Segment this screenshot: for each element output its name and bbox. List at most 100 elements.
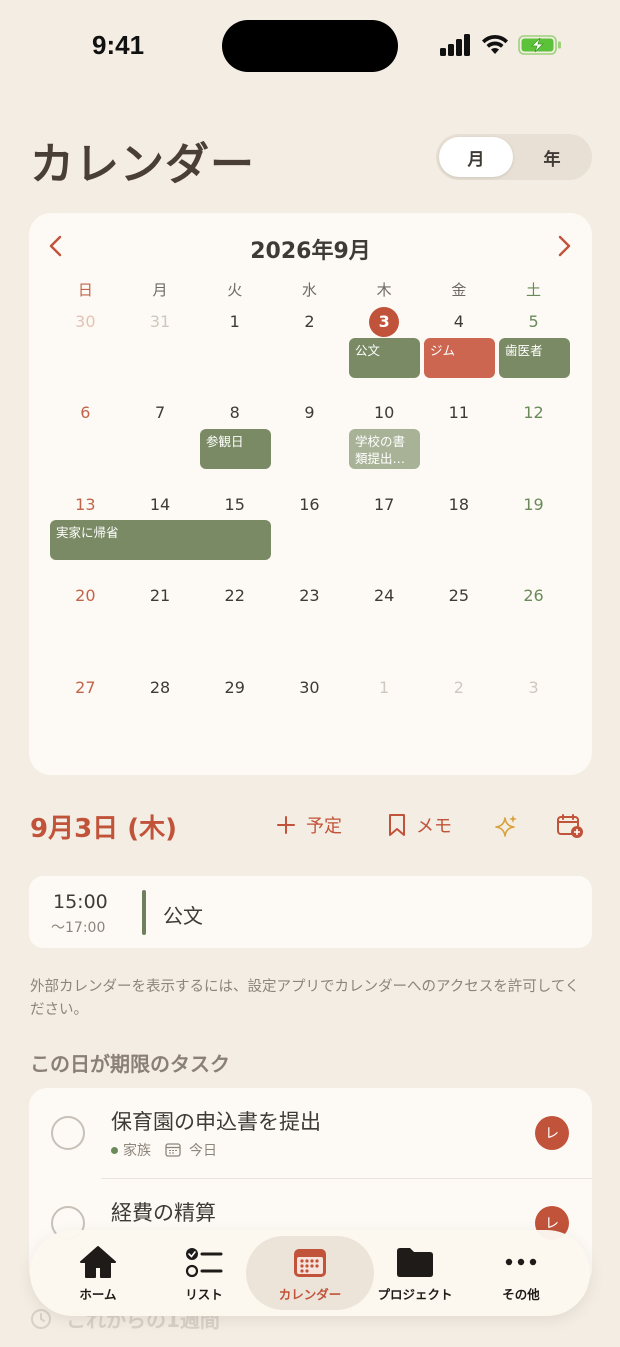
tasks-section-title: この日が期限のタスク (30, 1052, 230, 1076)
day-cell[interactable]: 4 (422, 312, 497, 331)
event-chip[interactable]: 参観日 (200, 429, 271, 469)
day-cell[interactable]: 2 (272, 312, 347, 331)
sparkle-icon[interactable] (494, 814, 518, 840)
tab-label: ホーム (79, 1286, 117, 1302)
day-cell[interactable]: 19 (496, 495, 571, 514)
task-meta: 家族 今日 (111, 1140, 217, 1160)
day-cell[interactable]: 21 (123, 586, 198, 605)
day-cell[interactable]: 14 (123, 495, 198, 514)
event-chip[interactable]: ジム (424, 338, 495, 378)
page-title: カレンダー (30, 139, 255, 190)
day-cell-today[interactable]: 3 (347, 307, 422, 337)
day-cell[interactable]: 18 (422, 495, 497, 514)
event-end-time: ～17:00 (51, 920, 106, 936)
day-cell[interactable]: 13 (48, 495, 123, 514)
tab-label: プロジェクト (377, 1286, 453, 1302)
day-cell[interactable]: 5 (496, 312, 571, 331)
day-cell[interactable]: 1 (197, 312, 272, 331)
day-cell[interactable]: 31 (123, 312, 198, 331)
view-option-month[interactable]: 月 (439, 137, 513, 177)
add-memo-label: メモ (416, 816, 452, 837)
folder-icon (397, 1247, 433, 1277)
calendar-card: 2026年9月 日 月 火 水 木 金 土 30 31 1 2 3 4 5 6 … (29, 213, 592, 775)
day-cell[interactable]: 1 (347, 678, 422, 697)
event-chip[interactable]: 学校の書類提出… (349, 429, 420, 469)
month-title: 2026年9月 (250, 239, 371, 264)
list-icon (185, 1247, 223, 1277)
view-option-year[interactable]: 年 (515, 137, 589, 177)
battery-charging-icon (518, 35, 561, 55)
day-cell[interactable]: 20 (48, 586, 123, 605)
event-title: 公文 (163, 904, 203, 928)
list-color-dot (111, 1146, 118, 1154)
selected-date-label: 9月3日 (木) (30, 814, 177, 844)
task-list-name: 家族 (123, 1143, 151, 1159)
day-cell[interactable]: 24 (347, 586, 422, 605)
day-cell[interactable]: 17 (347, 495, 422, 514)
calendar-access-notice: 外部カレンダーを表示するには、設定アプリでカレンダーへのアクセスを許可してくださ… (30, 979, 580, 1018)
home-icon (80, 1245, 116, 1278)
tab-more[interactable]: その他 (460, 1230, 582, 1316)
tab-label: カレンダー (278, 1286, 342, 1302)
task-title[interactable]: 保育園の申込書を提出 (111, 1106, 321, 1136)
event-chip[interactable]: 歯医者 (499, 338, 570, 378)
weekday-label-fri: 金 (451, 281, 467, 299)
event-color-bar (142, 890, 146, 935)
day-cell[interactable]: 26 (496, 586, 571, 605)
day-cell[interactable]: 3 (496, 678, 571, 697)
add-event-label: 予定 (306, 816, 342, 837)
day-cell[interactable]: 25 (422, 586, 497, 605)
day-cell[interactable]: 8 (197, 403, 272, 422)
day-cell[interactable]: 16 (272, 495, 347, 514)
assignee-avatar: レ (535, 1116, 569, 1150)
tab-bar: ホーム リスト カレンダー プロジェクト その他 (30, 1230, 590, 1316)
day-cell[interactable]: 2 (422, 678, 497, 697)
day-cell[interactable]: 29 (197, 678, 272, 697)
weekday-label-sun: 日 (77, 281, 93, 299)
day-event-card[interactable]: 15:00 ～17:00 公文 (29, 876, 592, 948)
more-icon (505, 1258, 537, 1265)
plus-icon (277, 816, 295, 834)
tab-label: その他 (502, 1286, 540, 1302)
weekday-label-thu: 木 (376, 281, 392, 299)
next-month-chevron-icon[interactable] (549, 231, 579, 261)
calendar-small-icon (165, 1143, 181, 1157)
task-title[interactable]: 経費の精算 (111, 1197, 216, 1227)
cellular-signal-icon (440, 34, 472, 56)
event-chip[interactable]: 公文 (349, 338, 420, 378)
calendar-add-icon[interactable] (556, 813, 584, 839)
day-cell[interactable]: 30 (272, 678, 347, 697)
day-cell[interactable]: 12 (496, 403, 571, 422)
task-checkbox[interactable] (51, 1116, 85, 1150)
day-cell[interactable]: 11 (422, 403, 497, 422)
calendar-icon (294, 1248, 326, 1277)
task-due: 今日 (189, 1143, 217, 1159)
weekday-label-wed: 水 (301, 281, 317, 299)
today-marker: 3 (369, 307, 400, 337)
add-event-button[interactable]: 予定 (276, 812, 342, 838)
day-cell[interactable]: 28 (123, 678, 198, 697)
status-bar: 9:41 (0, 0, 620, 90)
day-cell[interactable]: 9 (272, 403, 347, 422)
day-cell[interactable]: 7 (123, 403, 198, 422)
event-chip[interactable]: 実家に帰省 (50, 520, 271, 560)
wifi-icon (482, 34, 508, 54)
weekday-label-mon: 月 (152, 281, 168, 299)
day-cell[interactable]: 10 (347, 403, 422, 422)
day-cell[interactable]: 27 (48, 678, 123, 697)
tab-label: リスト (185, 1286, 223, 1302)
day-cell[interactable]: 6 (48, 403, 123, 422)
weekday-label-sat: 土 (526, 281, 542, 299)
add-memo-button[interactable]: メモ (388, 812, 452, 838)
day-cell[interactable]: 22 (197, 586, 272, 605)
day-cell[interactable]: 30 (48, 312, 123, 331)
bookmark-icon (389, 814, 405, 836)
day-cell[interactable]: 23 (272, 586, 347, 605)
dynamic-island (222, 20, 398, 72)
view-segmented-control: 月 年 (436, 134, 592, 180)
task-divider (101, 1178, 592, 1179)
day-cell[interactable]: 15 (197, 495, 272, 514)
status-time: 9:41 (92, 30, 145, 60)
weekday-label-tue: 火 (227, 281, 243, 299)
event-start-time: 15:00 (53, 891, 108, 913)
